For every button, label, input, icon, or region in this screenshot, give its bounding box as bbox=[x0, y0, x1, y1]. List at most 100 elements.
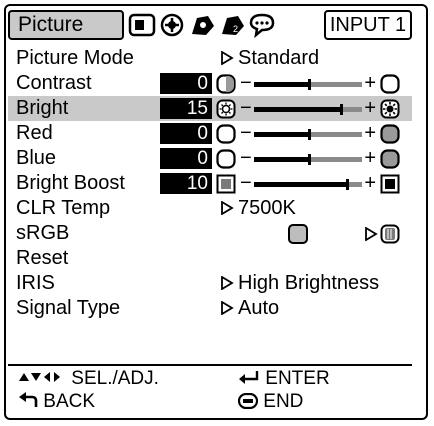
clr-temp-value[interactable]: 7500K bbox=[220, 196, 296, 221]
menu-tab-bar: Picture 2 INPUT 1 bbox=[8, 8, 412, 44]
signal-type-label: Signal Type bbox=[16, 297, 121, 319]
blue-low-icon bbox=[216, 149, 236, 169]
reset-label: Reset bbox=[16, 247, 69, 269]
plus-icon: + bbox=[364, 122, 376, 144]
sel-adj-label: SEL./ADJ. bbox=[71, 368, 159, 389]
bright-boost-label: Bright Boost bbox=[16, 172, 125, 194]
srgb-on-icon[interactable] bbox=[380, 224, 400, 244]
minus-icon: − bbox=[240, 72, 252, 94]
arrow-right-icon bbox=[221, 51, 234, 65]
slider-marker[interactable] bbox=[308, 154, 311, 165]
slider-fill bbox=[254, 157, 308, 162]
iris-value-text: High Brightness bbox=[238, 272, 380, 294]
signal-type-value-text: Auto bbox=[238, 297, 280, 319]
contrast-label: Contrast bbox=[16, 72, 92, 94]
menu-item-contrast[interactable]: Contrast 0 − + bbox=[8, 71, 412, 96]
bright-label: Bright bbox=[16, 97, 69, 119]
slider-fill bbox=[254, 132, 308, 137]
slider-fill bbox=[254, 182, 346, 187]
clr-temp-label: CLR Temp bbox=[16, 197, 111, 219]
bright-boost-slider[interactable]: − + bbox=[240, 172, 376, 194]
menu-item-reset[interactable]: Reset bbox=[8, 246, 412, 271]
minus-icon: − bbox=[240, 97, 252, 119]
footer-divider bbox=[8, 364, 412, 366]
slider-marker[interactable] bbox=[308, 129, 311, 140]
bright-slider[interactable]: − + bbox=[240, 97, 376, 119]
minus-icon: − bbox=[240, 122, 252, 144]
menu-button-icon bbox=[237, 392, 259, 410]
arrow-right-icon bbox=[221, 201, 234, 215]
picture-mode-value-text: Standard bbox=[238, 47, 320, 69]
back-icon bbox=[19, 392, 38, 407]
menu-item-iris[interactable]: IRIS High Brightness bbox=[8, 271, 412, 296]
options1-tab-icon[interactable] bbox=[188, 12, 218, 38]
menu-item-srgb[interactable]: sRGB bbox=[8, 221, 412, 246]
enter-icon bbox=[239, 371, 259, 384]
direction-arrows-icon bbox=[19, 372, 60, 382]
slider-fill bbox=[254, 82, 308, 87]
arrow-right-icon bbox=[221, 301, 234, 315]
end-hint: END bbox=[237, 391, 304, 413]
input-indicator: INPUT 1 bbox=[324, 10, 412, 40]
menu-item-blue[interactable]: Blue 0 − + bbox=[8, 146, 412, 171]
picture-tab-icon[interactable] bbox=[128, 12, 158, 38]
svg-text:2: 2 bbox=[233, 24, 238, 34]
enter-hint: ENTER bbox=[238, 368, 330, 390]
menu-item-signal-type[interactable]: Signal Type Auto bbox=[8, 296, 412, 321]
tab-picture[interactable]: Picture bbox=[8, 10, 124, 40]
plus-icon: + bbox=[364, 72, 376, 94]
slider-fill bbox=[254, 107, 340, 112]
options2-tab-icon[interactable]: 2 bbox=[218, 12, 248, 38]
blue-label: Blue bbox=[16, 147, 57, 169]
arrow-right-icon bbox=[365, 227, 378, 241]
contrast-high-icon bbox=[380, 74, 400, 94]
contrast-slider[interactable]: − + bbox=[240, 72, 376, 94]
clr-temp-value-text: 7500K bbox=[238, 197, 296, 219]
srgb-label: sRGB bbox=[16, 222, 70, 244]
slider-marker[interactable] bbox=[346, 179, 349, 190]
boost-low-icon bbox=[216, 174, 236, 194]
bright-value: 15 bbox=[160, 98, 212, 119]
plus-icon: + bbox=[364, 97, 376, 119]
back-label: BACK bbox=[43, 391, 96, 412]
contrast-value: 0 bbox=[160, 73, 212, 94]
menu-item-clr-temp[interactable]: CLR Temp 7500K bbox=[8, 196, 412, 221]
contrast-low-icon bbox=[216, 74, 236, 94]
iris-value[interactable]: High Brightness bbox=[220, 271, 379, 296]
boost-high-icon bbox=[380, 174, 400, 194]
menu-item-bright[interactable]: Bright 15 − + bbox=[8, 96, 412, 121]
menu-item-picture-mode[interactable]: Picture Mode Standard bbox=[8, 46, 412, 71]
plus-icon: + bbox=[364, 172, 376, 194]
red-label: Red bbox=[16, 122, 53, 144]
red-low-icon bbox=[216, 124, 236, 144]
sun-low-icon bbox=[216, 99, 236, 119]
picture-mode-value[interactable]: Standard bbox=[220, 46, 319, 71]
fine-sync-tab-icon[interactable] bbox=[158, 12, 188, 38]
sel-adj-hint: SEL./ADJ. bbox=[18, 368, 159, 390]
footer-help: SEL./ADJ. ENTER BACK END bbox=[8, 368, 412, 414]
red-value: 0 bbox=[160, 123, 212, 144]
slider-marker[interactable] bbox=[308, 79, 311, 90]
enter-label: ENTER bbox=[265, 368, 330, 389]
menu-item-red[interactable]: Red 0 − + bbox=[8, 121, 412, 146]
sun-high-icon bbox=[380, 99, 400, 119]
blue-high-icon bbox=[380, 149, 400, 169]
minus-icon: − bbox=[240, 172, 252, 194]
signal-type-value[interactable]: Auto bbox=[220, 296, 279, 321]
blue-slider[interactable]: − + bbox=[240, 147, 376, 169]
arrow-right-icon bbox=[221, 276, 234, 290]
blue-value: 0 bbox=[160, 148, 212, 169]
back-hint: BACK bbox=[18, 391, 95, 413]
iris-label: IRIS bbox=[16, 272, 55, 294]
red-slider[interactable]: − + bbox=[240, 122, 376, 144]
menu-item-bright-boost[interactable]: Bright Boost 10 − + bbox=[8, 171, 412, 196]
bright-boost-value: 10 bbox=[160, 173, 212, 194]
minus-icon: − bbox=[240, 147, 252, 169]
srgb-off-icon[interactable] bbox=[288, 224, 308, 244]
language-tab-icon[interactable] bbox=[248, 12, 278, 38]
end-label: END bbox=[263, 391, 304, 412]
slider-marker[interactable] bbox=[340, 104, 343, 115]
red-high-icon bbox=[380, 124, 400, 144]
plus-icon: + bbox=[364, 147, 376, 169]
picture-mode-label: Picture Mode bbox=[16, 47, 134, 69]
